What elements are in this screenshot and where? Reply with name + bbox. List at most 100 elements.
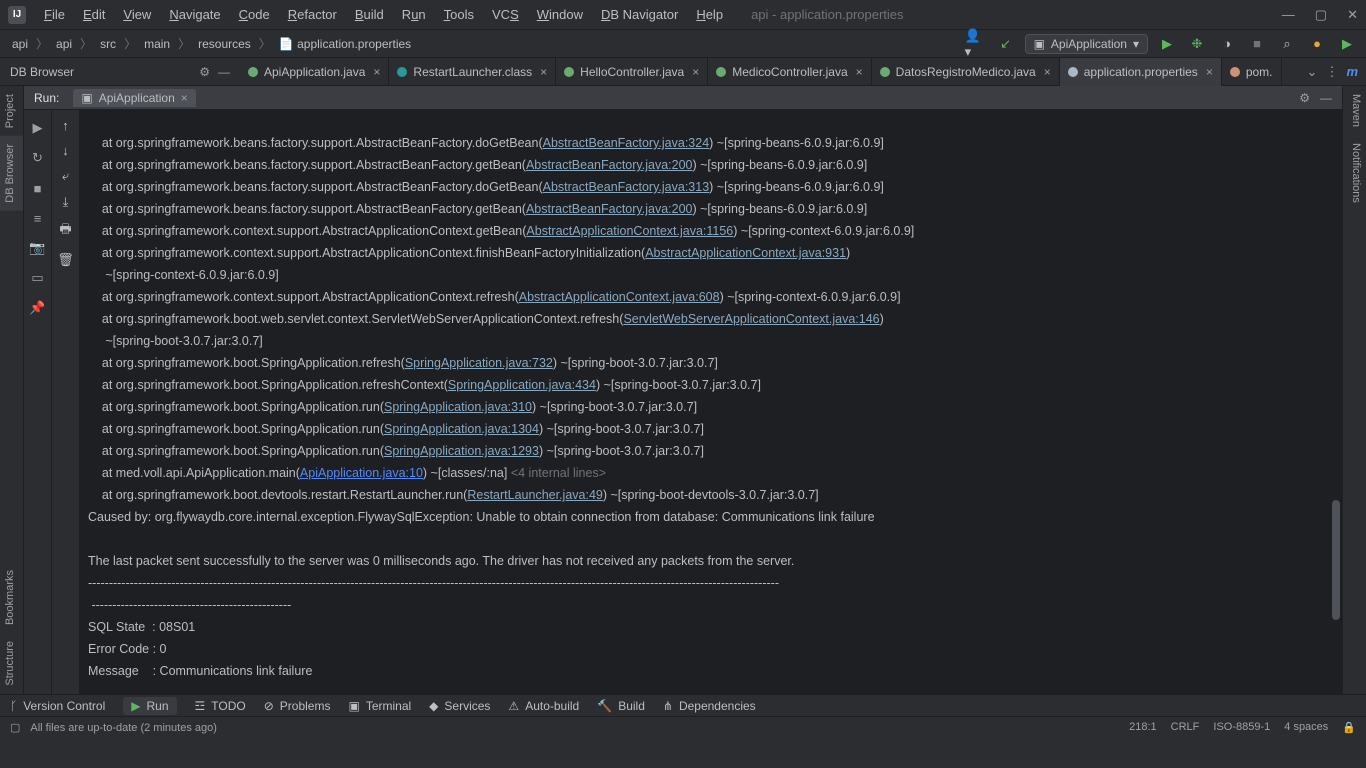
tab-medicocontroller[interactable]: MedicoController.java× (708, 58, 871, 86)
strip-dbbrowser[interactable]: DB Browser (0, 136, 23, 211)
status-encoding[interactable]: ISO-8859-1 (1213, 721, 1270, 734)
stack-link[interactable]: SpringApplication.java:1304 (384, 422, 539, 436)
close-icon[interactable]: × (692, 65, 699, 79)
status-pos[interactable]: 218:1 (1129, 721, 1157, 734)
menu-help[interactable]: Help (688, 4, 731, 25)
rerun-icon[interactable]: ▶ (28, 118, 48, 138)
menu-navigate[interactable]: Navigate (161, 4, 228, 25)
tab-pom[interactable]: pom. (1222, 58, 1282, 86)
gear-icon[interactable]: ⚙ (1299, 91, 1310, 105)
menu-code[interactable]: Code (231, 4, 278, 25)
menu-file[interactable]: File (36, 4, 73, 25)
close-icon[interactable]: × (181, 91, 188, 105)
close-icon[interactable]: × (1044, 65, 1051, 79)
minimize-icon[interactable]: — (1282, 7, 1295, 23)
scrollbar[interactable] (1332, 500, 1340, 620)
stack-link[interactable]: AbstractBeanFactory.java:324 (543, 136, 710, 150)
search-icon[interactable]: ⌕ (1276, 33, 1298, 55)
status-icon[interactable]: ▢ (10, 721, 20, 734)
menu-build[interactable]: Build (347, 4, 392, 25)
stack-link[interactable]: SpringApplication.java:434 (448, 378, 596, 392)
menu-run[interactable]: Run (394, 4, 434, 25)
crumb[interactable]: 📄 application.properties (275, 35, 415, 53)
softwrap-icon[interactable]: ⤶ (62, 168, 69, 184)
stop-button[interactable]: ■ (1246, 33, 1268, 55)
menu-tools[interactable]: Tools (436, 4, 482, 25)
crumb[interactable]: resources (194, 35, 255, 53)
bt-problems[interactable]: ⊘Problems (264, 699, 331, 713)
menu-window[interactable]: Window (529, 4, 591, 25)
close-icon[interactable]: × (856, 65, 863, 79)
stack-link[interactable]: AbstractBeanFactory.java:313 (543, 180, 710, 194)
tab-datosregistro[interactable]: DatosRegistroMedico.java× (872, 58, 1060, 86)
camera-icon[interactable]: 📷 (28, 238, 48, 258)
tab-appproperties[interactable]: application.properties× (1060, 58, 1222, 86)
hide-icon[interactable]: — (1320, 91, 1332, 105)
stack-link[interactable]: AbstractApplicationContext.java:931 (645, 246, 846, 260)
stack-link[interactable]: SpringApplication.java:732 (405, 356, 553, 370)
console-output[interactable]: at org.springframework.beans.factory.sup… (80, 110, 1342, 694)
strip-structure[interactable]: Structure (0, 633, 23, 694)
run-button[interactable]: ▶ (1156, 33, 1178, 55)
strip-maven[interactable]: Maven (1343, 86, 1366, 135)
stack-link[interactable]: AbstractApplicationContext.java:608 (519, 290, 720, 304)
scroll-end-icon[interactable]: ⤓ (63, 194, 69, 210)
lock-icon[interactable]: 🔒 (1342, 721, 1356, 734)
update-icon[interactable]: ● (1306, 33, 1328, 55)
user-icon[interactable]: 👤▾ (965, 33, 987, 55)
debug-button[interactable]: ❉ (1186, 33, 1208, 55)
minimize-panel-icon[interactable]: — (218, 65, 230, 79)
actualize-icon[interactable]: ↻ (28, 148, 48, 168)
row-icon[interactable]: ▭ (28, 268, 48, 288)
maven-icon[interactable]: m (1346, 64, 1358, 79)
run-tab[interactable]: ▣ ApiApplication × (73, 89, 195, 107)
bt-autobuild[interactable]: ⚠Auto-build (508, 699, 579, 713)
strip-bookmarks[interactable]: Bookmarks (0, 562, 23, 633)
stack-link[interactable]: SpringApplication.java:1293 (384, 444, 539, 458)
run-config-select[interactable]: ▣ ApiApplication ▾ (1025, 34, 1148, 54)
up-icon[interactable]: ↑ (62, 118, 69, 133)
coverage-button[interactable]: ◑ (1216, 33, 1238, 55)
crumb[interactable]: main (140, 35, 174, 53)
menu-vcs[interactable]: VCS (484, 4, 527, 25)
strip-project[interactable]: Project (0, 86, 23, 136)
close-icon[interactable]: ✕ (1347, 7, 1358, 23)
status-indent[interactable]: 4 spaces (1284, 721, 1328, 734)
crumb[interactable]: api (8, 35, 32, 53)
bt-build[interactable]: 🔨Build (597, 699, 645, 713)
layout-icon[interactable]: ≡ (28, 208, 48, 228)
tab-hellocontroller[interactable]: HelloController.java× (556, 58, 708, 86)
stack-link[interactable]: AbstractBeanFactory.java:200 (526, 202, 693, 216)
strip-notifications[interactable]: Notifications (1343, 135, 1366, 211)
stack-link[interactable]: RestartLauncher.java:49 (467, 488, 603, 502)
avatar-icon[interactable]: ▶ (1336, 33, 1358, 55)
close-icon[interactable]: × (540, 65, 547, 79)
more-icon[interactable]: ⋮ (1325, 64, 1338, 80)
trash-icon[interactable]: 🗑 (57, 252, 74, 268)
stack-link[interactable]: AbstractApplicationContext.java:1156 (526, 224, 733, 238)
back-icon[interactable]: ↙ (995, 33, 1017, 55)
bt-run[interactable]: ▶Run (123, 697, 176, 715)
stack-link[interactable]: ServletWebServerApplicationContext.java:… (623, 312, 879, 326)
chevron-down-icon[interactable]: ⌄ (1307, 64, 1318, 80)
close-icon[interactable]: × (373, 65, 380, 79)
menu-refactor[interactable]: Refactor (280, 4, 345, 25)
bt-version-control[interactable]: ᚴVersion Control (10, 699, 105, 713)
stack-link[interactable]: ApiApplication.java:10 (300, 466, 423, 480)
bt-services[interactable]: ◆Services (429, 699, 490, 713)
stack-link[interactable]: AbstractBeanFactory.java:200 (526, 158, 693, 172)
tab-restartlauncher[interactable]: RestartLauncher.class× (389, 58, 556, 86)
stack-link[interactable]: SpringApplication.java:310 (384, 400, 532, 414)
tab-apiapplication[interactable]: ApiApplication.java× (240, 58, 389, 86)
close-icon[interactable]: × (1206, 65, 1213, 79)
bt-dependencies[interactable]: ⋔Dependencies (663, 699, 756, 713)
menu-view[interactable]: View (115, 4, 159, 25)
bt-terminal[interactable]: ▣Terminal (348, 699, 411, 713)
crumb[interactable]: src (96, 35, 120, 53)
gear-icon[interactable]: ⚙ (199, 65, 210, 79)
maximize-icon[interactable]: ▢ (1315, 7, 1327, 23)
down-icon[interactable]: ↓ (62, 143, 69, 158)
stop-icon[interactable]: ■ (28, 178, 48, 198)
menu-dbnav[interactable]: DB Navigator (593, 4, 686, 25)
menu-edit[interactable]: Edit (75, 4, 113, 25)
